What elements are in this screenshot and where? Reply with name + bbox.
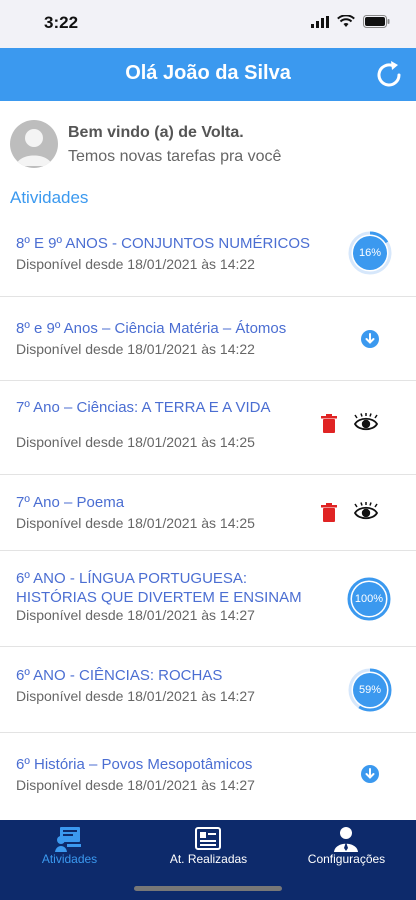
activity-date: Disponível desde 18/01/2021 às 14:27 [16, 688, 255, 704]
battery-icon [363, 15, 390, 28]
activities-icon [55, 827, 81, 852]
download-icon[interactable] [360, 764, 380, 784]
activity-title: 8º e 9º Anos – Ciência Matéria – Átomos [16, 320, 287, 337]
activity-title: 6º ANO - LÍNGUA PORTUGUESA: HISTÓRIAS QU… [16, 570, 302, 606]
activity-row[interactable]: 6º ANO - CIÊNCIAS: ROCHAS Disponível des… [0, 647, 416, 733]
activity-row[interactable]: 6º ANO - LÍNGUA PORTUGUESA: HISTÓRIAS QU… [0, 551, 416, 647]
activity-title: 6º ANO - CIÊNCIAS: ROCHAS [16, 667, 223, 684]
download-icon[interactable] [360, 329, 380, 349]
section-title: Atividades [10, 188, 89, 207]
activity-row[interactable]: 8º E 9º ANOS - CONJUNTOS NUMÉRICOS Dispo… [0, 212, 416, 297]
welcome-title: Bem vindo (a) de Volta. [68, 124, 244, 141]
activity-list: 8º E 9º ANOS - CONJUNTOS NUMÉRICOS Dispo… [0, 212, 416, 818]
progress-indicator: 100% [347, 577, 391, 621]
status-time: 3:22 [44, 13, 79, 32]
activity-row[interactable]: 8º e 9º Anos – Ciência Matéria – Átomos … [0, 297, 416, 381]
person-icon [16, 129, 52, 166]
progress-label: 16% [358, 247, 382, 259]
activity-date: Disponível desde 18/01/2021 às 14:22 [16, 256, 255, 272]
progress-label: 59% [358, 684, 382, 696]
activity-title: 6º História – Povos Mesopotâmicos [16, 756, 253, 773]
welcome-card: Bem vindo (a) de Volta. Temos novas tare… [10, 118, 406, 170]
trash-icon[interactable] [320, 503, 338, 523]
activity-date: Disponível desde 18/01/2021 às 14:27 [16, 607, 255, 623]
progress-indicator: 59% [348, 668, 392, 712]
tab-activities[interactable]: Atividades [0, 820, 139, 880]
activity-title: 7º Ano – Poema [16, 494, 125, 511]
tab-completed[interactable]: At. Realizadas [139, 820, 278, 880]
home-indicator [134, 886, 282, 891]
tab-label: Configurações [307, 852, 386, 866]
refresh-icon[interactable] [372, 58, 406, 92]
welcome-subtitle: Temos novas tarefas pra você [68, 148, 282, 165]
activity-row[interactable]: 7º Ano – Ciências: A TERRA E A VIDA Disp… [0, 381, 416, 475]
activity-date: Disponível desde 18/01/2021 às 14:22 [16, 341, 255, 357]
activity-date: Disponível desde 18/01/2021 às 14:25 [16, 515, 255, 531]
completed-list-icon [195, 827, 221, 850]
signal-icon [311, 15, 329, 28]
user-settings-icon [334, 827, 358, 852]
eye-icon[interactable] [353, 413, 379, 435]
avatar [10, 120, 58, 168]
trash-icon[interactable] [320, 414, 338, 434]
tab-label: At. Realizadas [169, 852, 248, 866]
activity-title: 8º E 9º ANOS - CONJUNTOS NUMÉRICOS [16, 235, 311, 252]
activity-date: Disponível desde 18/01/2021 às 14:27 [16, 777, 255, 793]
activity-row[interactable]: 6º História – Povos Mesopotâmicos Dispon… [0, 733, 416, 818]
status-bar: 3:22 [0, 0, 416, 48]
tab-label: Atividades [41, 852, 98, 866]
progress-indicator: 16% [348, 231, 392, 275]
tab-settings[interactable]: Configurações [277, 820, 416, 880]
activity-row[interactable]: 7º Ano – Poema Disponível desde 18/01/20… [0, 475, 416, 551]
status-icons [311, 15, 390, 28]
page-title: Olá João da Silva [125, 62, 291, 84]
wifi-icon [337, 15, 355, 27]
activity-date: Disponível desde 18/01/2021 às 14:25 [16, 434, 255, 450]
activity-title: 7º Ano – Ciências: A TERRA E A VIDA [16, 399, 271, 416]
eye-icon[interactable] [353, 502, 379, 524]
app-header: Olá João da Silva [0, 48, 416, 101]
progress-label: 100% [354, 593, 384, 605]
